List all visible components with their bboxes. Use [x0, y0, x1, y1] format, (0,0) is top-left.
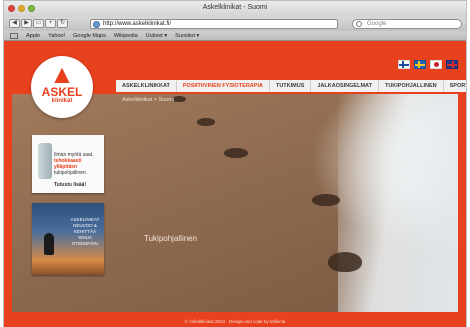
banner1-line-c: tukipohjallinen. [54, 170, 88, 176]
nav-buttons: ◀ ▶ ▭ + ↻ [9, 19, 68, 28]
window-title: Askelklinikat - Suomi [202, 4, 268, 11]
globe-icon [93, 21, 100, 28]
logo-sub: klinikat [51, 98, 73, 104]
search-field[interactable]: Google [352, 19, 462, 29]
bookmark-yahoo[interactable]: Yahoo! [48, 33, 65, 39]
nav-askelklinikat[interactable]: ASKELKLINIKKAT [116, 80, 177, 92]
bookmarks-bar: Apple Yahoo! Google Maps Wikipedia Uutis… [4, 31, 466, 41]
swedish-flag-icon[interactable] [414, 60, 426, 69]
footprint [197, 118, 215, 126]
insole-banner[interactable]: Ilman myötä saat, tehokkaasti ylläpitäen… [32, 135, 104, 193]
logo-mark: ▲ [49, 59, 75, 89]
bookmark-news[interactable]: Uutiset ▾ [146, 33, 167, 39]
logo-name: ASKEL [41, 85, 83, 99]
browser-toolbar: ◀ ▶ ▭ + ↻ http://www.askelklinikat.fi/ G… [4, 17, 466, 31]
window-button[interactable]: ▭ [33, 19, 44, 28]
title-bar: Askelklinikat - Suomi [4, 1, 466, 17]
footprint [312, 194, 340, 206]
breadcrumb: Askelklinikat > Suomi [122, 97, 175, 103]
insole-banner-text: Ilman myötä saat, tehokkaasti ylläpitäen… [54, 152, 102, 188]
bookmark-popular[interactable]: Suositut ▾ [175, 33, 199, 39]
nav-jalkaongelmat[interactable]: JALKAOSINGELMAT [311, 80, 379, 92]
nav-tutkimus[interactable]: TUTKIMUS [270, 80, 312, 92]
japanese-flag-icon[interactable] [430, 60, 442, 69]
url-text: http://www.askelklinikat.fi/ [103, 21, 172, 27]
nav-sport[interactable]: SPORT [444, 80, 466, 92]
language-selector [398, 60, 458, 69]
banner1-cta[interactable]: Tutustu lisää! [54, 182, 86, 188]
bookmarks-book-icon[interactable] [10, 32, 18, 39]
page-footer: © Askelklinikat 2010 · Design and code b… [184, 319, 286, 324]
askel-logo[interactable]: ▲ ASKEL klinikat [31, 56, 93, 118]
back-button[interactable]: ◀ [9, 19, 20, 28]
bookmark-apple[interactable]: Apple [26, 33, 40, 39]
running-banner[interactable]: ASKELINIKAT NEUVOO & KEHITTÄÄ SINUA ETEE… [32, 203, 104, 275]
search-icon [356, 21, 362, 27]
footprint [328, 252, 362, 272]
reload-button[interactable]: ↻ [57, 19, 68, 28]
browser-window: Askelklinikat - Suomi ◀ ▶ ▭ + ↻ http://w… [3, 0, 467, 327]
nav-tukipohjallinen[interactable]: TUKIPOHJALLINEN [379, 80, 444, 92]
hero-caption: Tukipohjallinen [144, 234, 198, 243]
add-bookmark-button[interactable]: + [45, 19, 56, 28]
sea-foam [338, 94, 458, 312]
main-nav: ASKELKLINIKKAT POSIITIIVINEN FYSIOTERAPI… [116, 80, 466, 92]
footprint [224, 148, 248, 158]
bottle-image [38, 143, 52, 179]
finnish-flag-icon[interactable] [398, 60, 410, 69]
banner1-line-b: tehokkaasti ylläpitäen [54, 158, 82, 170]
english-flag-icon[interactable] [446, 60, 458, 69]
banner2-text: ASKELINIKAT NEUVOO & KEHITTÄÄ SINUA ETEE… [70, 217, 100, 246]
web-page: ▲ ASKEL klinikat ASKELKLINIKKAT POSIITII… [4, 41, 466, 327]
forward-button[interactable]: ▶ [21, 19, 32, 28]
nav-fysioterapia[interactable]: POSIITIIVINEN FYSIOTERAPIA [177, 80, 270, 92]
runner-silhouette [44, 233, 54, 255]
bookmark-google-maps[interactable]: Google Maps [73, 33, 106, 39]
address-bar[interactable]: http://www.askelklinikat.fi/ [90, 19, 338, 29]
search-placeholder: Google [367, 21, 387, 27]
bookmark-wikipedia[interactable]: Wikipedia [114, 33, 138, 39]
